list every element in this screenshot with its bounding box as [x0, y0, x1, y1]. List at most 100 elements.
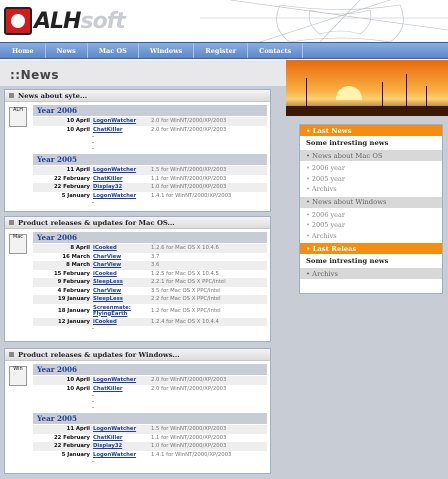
product-link[interactable]: ChatKiller [93, 127, 151, 133]
panel-title: News about syte... [18, 91, 88, 100]
table-row: 12 January iCooked 1.2.4 for Mac OS X 10.4… [33, 317, 267, 326]
release-list: 11 April LogonWatcher 1.5 for WinNT/2000/X… [33, 166, 267, 200]
table-row: 18 January Screenmate: FlyingEarth 1.2 for… [58, 304, 221, 317]
table-row: 9 February SleepLess 2.2.1 for Mac OS X PP… [33, 278, 267, 287]
sidebar-head-last-news: • Last News [300, 125, 442, 136]
table-row: 19 January SleepLess 2.2 for Mac OS X PPC/… [33, 295, 267, 304]
release-list: 11 April LogonWatcher 1.5 for WinNT/2000/X… [33, 425, 267, 459]
table-row: 10 April ChatKiller 2.0 for WinNT/2000/XP/… [66, 385, 227, 392]
product-link[interactable]: LogonWatcher [93, 193, 151, 199]
sidebar-releas-link[interactable]: Some intresting news [300, 254, 442, 268]
release-list: 8 April iCooked 1.2.6 for Mac OS X 10.4.6 … [33, 244, 267, 326]
table-row: 10 April ChatKiller 2.0 for WinNT/2000/XP/… [66, 126, 227, 133]
sidebar-link[interactable]: 2006 year [306, 210, 436, 221]
table-row: 22 February Display32 1.0 for WinNT/2000/X… [33, 183, 267, 192]
panel-windows-releases: Product releases & updates for Windows..… [4, 348, 271, 474]
sidebar-link[interactable]: 2005 year [306, 220, 436, 231]
product-link[interactable]: ChatKiller [93, 176, 151, 182]
bullet-icon [9, 352, 14, 357]
sidebar-link[interactable]: Archivs [306, 184, 436, 195]
panel-header: Product releases & updates for Windows..… [5, 349, 270, 361]
nav-news[interactable]: News [46, 43, 88, 58]
year-header: Year 2006 [33, 364, 267, 375]
panel-mac-releases: Product releases & updates for Mac OS...… [4, 216, 271, 342]
logo-badge-icon [4, 7, 32, 35]
panel-site-news: News about syte... ALH Year 2006 10 Apri… [4, 89, 271, 212]
table-row: 5 January LogonWatcher 1.4.1 for WinNT/200… [61, 451, 232, 458]
product-link[interactable]: CharView [93, 262, 151, 268]
product-link[interactable]: SleepLess [93, 279, 151, 285]
ground-shape [286, 106, 448, 116]
table-row: 22 February ChatKiller 1.1 for WinNT/2000/… [53, 434, 227, 441]
product-link[interactable]: CharView [93, 254, 151, 260]
table-row: 4 February CharView 3.5 for Mac OS X PPC/I… [57, 287, 221, 294]
sidebar-head-windows: • News about Windows [300, 196, 442, 208]
main-nav: Home News Mac OS Windows Register Contac… [0, 42, 448, 59]
table-row: 10 April LogonWatcher 2.0 for WinNT/2000/X… [33, 117, 267, 126]
sidebar-link[interactable]: 2005 year [306, 174, 436, 185]
site-logo[interactable]: ALHsoft [4, 6, 126, 36]
year-header: Year 2006 [33, 232, 267, 243]
windows-icon: Win [9, 366, 27, 386]
sidebar-windows-list: 2006 year 2005 year Archivs [300, 208, 442, 244]
spiderweb-decoration [200, 0, 448, 42]
table-row: 11 April LogonWatcher 1.5 for WinNT/2000/X… [33, 425, 267, 434]
panel-title: Product releases & updates for Mac OS... [18, 218, 175, 227]
product-link[interactable]: LogonWatcher [93, 167, 151, 173]
table-row: 22 February ChatKiller 1.1 for WinNT/2000/… [53, 175, 227, 182]
table-row: 10 April LogonWatcher 2.0 for WinNT/2000/X… [33, 376, 267, 385]
product-link[interactable]: CharView [93, 288, 151, 294]
alh-logo-icon: ALH [9, 107, 27, 127]
nav-macos[interactable]: Mac OS [88, 43, 139, 58]
product-link[interactable]: Screenmate: FlyingEarth [93, 305, 151, 317]
mac-icon: Mac [9, 234, 27, 254]
product-link[interactable]: LogonWatcher [93, 426, 151, 432]
year-header: Year 2005 [33, 154, 267, 165]
bullet-icon [9, 220, 14, 225]
product-link[interactable]: ChatKiller [93, 386, 151, 392]
table-row: 15 February iCooked 1.2.5 for Mac OS X 10.… [53, 270, 219, 277]
table-row: 11 April LogonWatcher 1.5 for WinNT/2000/X… [33, 166, 267, 175]
product-link[interactable]: iCooked [93, 245, 151, 251]
product-link[interactable]: LogonWatcher [93, 452, 151, 458]
table-row: 8 April iCooked 1.2.6 for Mac OS X 10.4.6 [33, 244, 267, 253]
reed-shape [406, 74, 407, 108]
sidebar-link[interactable]: Archivs [306, 231, 436, 242]
nav-contacts[interactable]: Contacts [248, 43, 304, 58]
panel-title: Product releases & updates for Windows..… [18, 350, 180, 359]
product-link[interactable]: iCooked [93, 319, 151, 325]
table-row: 8 March CharView 3.6 [33, 261, 267, 270]
header: ALHsoft [0, 0, 448, 42]
sidebar-link[interactable]: 2006 year [306, 163, 436, 174]
sunset-banner-image [286, 60, 448, 116]
product-link[interactable]: LogonWatcher [93, 118, 151, 124]
product-link[interactable]: LogonWatcher [93, 377, 151, 383]
table-row: 5 January LogonWatcher 1.4.1 for WinNT/200… [61, 192, 232, 199]
nav-register[interactable]: Register [194, 43, 249, 58]
sidebar: • Last News Some intresting news • News … [299, 124, 443, 294]
product-link[interactable]: Display32 [93, 184, 151, 190]
sun-shape [336, 86, 362, 100]
product-link[interactable]: ChatKiller [93, 435, 151, 441]
product-link[interactable]: Display32 [93, 443, 151, 449]
bullet-icon [9, 93, 14, 98]
reed-shape [306, 78, 307, 108]
sidebar-archivs[interactable]: • Archivs [300, 268, 442, 279]
sidebar-head-last-releas: • Last Releas [300, 243, 442, 254]
table-row: 16 March CharView 3.7 [62, 253, 160, 260]
panel-header: Product releases & updates for Mac OS... [5, 217, 270, 229]
panel-header: News about syte... [5, 90, 270, 102]
table-row: 22 February Display32 1.0 for WinNT/2000/X… [33, 442, 267, 451]
release-list: 10 April LogonWatcher 2.0 for WinNT/2000/X… [33, 117, 267, 134]
logo-text: ALHsoft [34, 8, 126, 34]
release-list: 10 April LogonWatcher 2.0 for WinNT/2000/X… [33, 376, 267, 393]
nav-windows[interactable]: Windows [139, 43, 195, 58]
sidebar-mac-list: 2006 year 2005 year Archivs [300, 161, 442, 197]
product-link[interactable]: iCooked [93, 271, 151, 277]
reed-shape [382, 82, 383, 108]
year-header: Year 2005 [33, 413, 267, 424]
product-link[interactable]: SleepLess [93, 296, 151, 302]
nav-home[interactable]: Home [0, 43, 46, 58]
sidebar-news-link[interactable]: Some intresting news [300, 136, 442, 150]
bullet-icon: • [306, 126, 313, 135]
